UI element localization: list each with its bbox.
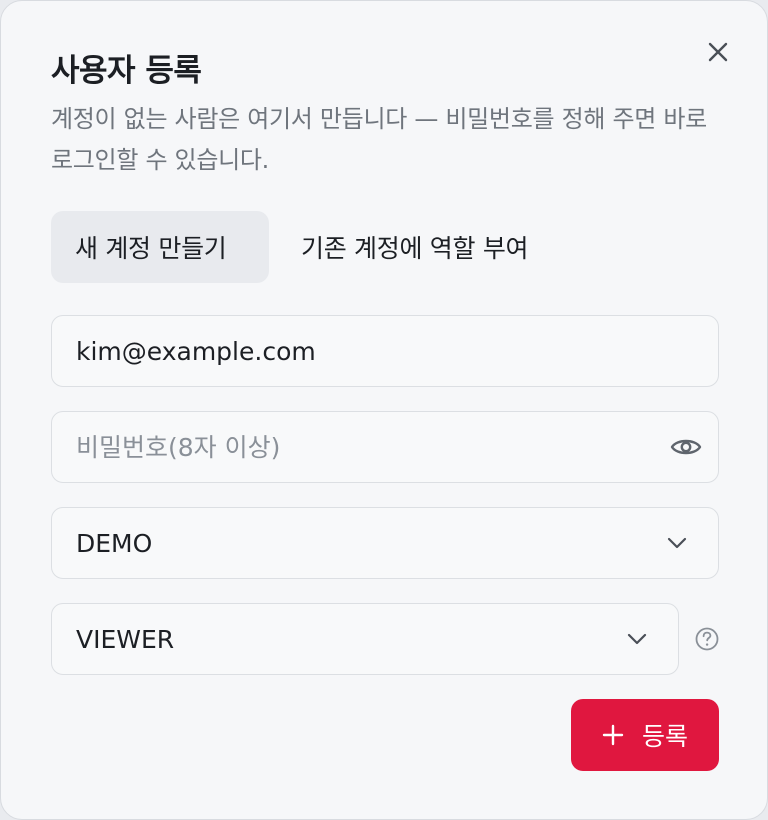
email-field[interactable] <box>76 316 636 386</box>
register-button[interactable]: 등록 <box>571 699 719 771</box>
role-help-button[interactable] <box>693 625 721 653</box>
chevron-down-icon <box>627 633 647 645</box>
role-select[interactable]: VIEWER <box>51 603 679 675</box>
email-field-wrapper <box>51 315 719 387</box>
plus-icon <box>602 724 624 746</box>
close-button[interactable] <box>701 35 735 69</box>
tab-assign-role-label: 기존 계정에 역할 부여 <box>301 234 529 263</box>
organization-select[interactable]: DEMO <box>51 507 719 579</box>
organization-select-arrow <box>657 508 697 578</box>
eye-icon <box>670 439 702 455</box>
register-user-dialog: 사용자 등록 계정이 없는 사람은 여기서 만듭니다 — 비밀번호를 정해 주면… <box>0 0 768 820</box>
dialog-title: 사용자 등록 <box>51 53 202 89</box>
chevron-down-icon <box>667 537 687 549</box>
password-field-wrapper <box>51 411 719 483</box>
password-field[interactable] <box>76 412 636 482</box>
tab-assign-role-existing[interactable]: 기존 계정에 역할 부여 <box>277 211 597 283</box>
register-button-label: 등록 <box>641 722 688 751</box>
role-select-arrow <box>617 604 657 674</box>
tab-create-account[interactable]: 새 계정 만들기 <box>51 211 269 283</box>
tab-create-account-label: 새 계정 만들기 <box>75 234 227 263</box>
dialog-description: 계정이 없는 사람은 여기서 만듭니다 — 비밀번호를 정해 주면 바로 로그인… <box>51 105 707 174</box>
organization-select-value: DEMO <box>76 528 153 558</box>
password-visibility-toggle[interactable] <box>666 412 706 482</box>
close-icon <box>708 42 728 62</box>
help-circle-icon <box>695 627 719 651</box>
role-select-value: VIEWER <box>76 624 175 654</box>
